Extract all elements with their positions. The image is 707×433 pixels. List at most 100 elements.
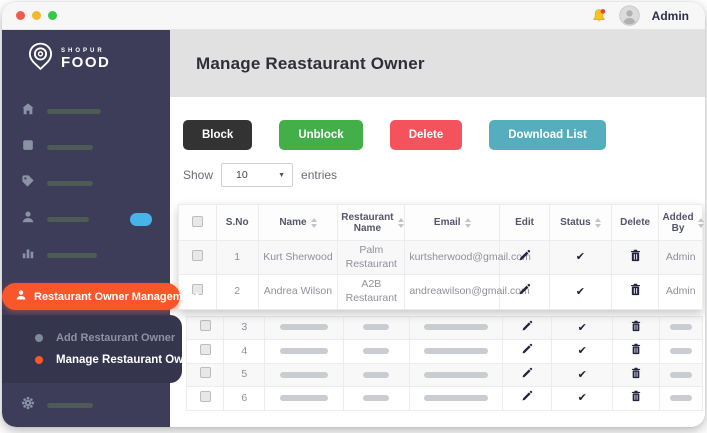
- window-controls: [16, 11, 57, 20]
- close-window-icon[interactable]: [16, 11, 25, 20]
- col-sno: S.No: [215, 204, 259, 241]
- added-by-cell: Admin: [658, 239, 703, 276]
- person-icon: [15, 289, 27, 304]
- delete-trash-icon[interactable]: [631, 320, 641, 332]
- status-active-check-icon[interactable]: ✔: [576, 286, 585, 298]
- table-row: 1 Kurt Sherwood Palm Restaurant kurtsher…: [178, 239, 703, 276]
- brand-logo: SHOPUR FOOD: [2, 30, 170, 77]
- page-header-band: Manage Reastaurant Owner: [170, 30, 705, 97]
- sidebar-item-manage-restaurant-owner[interactable]: Manage Restaurant Owner: [2, 349, 201, 371]
- page-title: Manage Reastaurant Owner: [196, 53, 425, 73]
- restaurant-cell: Palm Restaurant: [337, 239, 406, 276]
- sort-icon[interactable]: [464, 217, 471, 228]
- row-checkbox[interactable]: [199, 367, 211, 379]
- owners-table: S.No Name Restaurant Name Email Edit Sta…: [178, 204, 704, 310]
- table-row: 4 ✔: [185, 339, 703, 364]
- delete-button[interactable]: Delete: [389, 120, 463, 150]
- row-checkbox[interactable]: [191, 249, 203, 261]
- status-active-check-icon[interactable]: ✔: [578, 392, 587, 404]
- edit-pencil-icon[interactable]: [518, 249, 531, 262]
- select-all-checkbox[interactable]: [191, 215, 203, 227]
- brand-pin-icon: [28, 42, 53, 77]
- users-icon: [21, 210, 35, 229]
- edit-pencil-icon[interactable]: [521, 390, 533, 402]
- table-row: 2 Andrea Wilson A2B Restaurant andreawil…: [178, 274, 703, 310]
- tag-icon: [21, 174, 35, 193]
- status-active-check-icon[interactable]: ✔: [578, 322, 587, 334]
- name-cell: Andrea Wilson: [257, 274, 339, 310]
- placeholder-bar: [363, 324, 390, 331]
- block-button[interactable]: Block: [183, 120, 253, 150]
- added-by-cell: Admin: [658, 274, 703, 310]
- col-email[interactable]: Email: [404, 204, 501, 241]
- sno-cell: 1: [215, 239, 259, 276]
- sidebar-item-dashboard[interactable]: [2, 139, 170, 155]
- placeholder-bar: [424, 395, 489, 402]
- sort-icon[interactable]: [594, 217, 601, 228]
- sidebar: SHOPUR FOOD Restaurant Owner Management …: [2, 30, 201, 427]
- sno-cell: 5: [223, 362, 266, 388]
- blue-count-badge: [130, 212, 152, 226]
- sidebar-item-settings[interactable]: [2, 396, 170, 413]
- col-name[interactable]: Name: [257, 204, 339, 241]
- edit-pencil-icon[interactable]: [518, 283, 531, 296]
- placeholder-bar: [670, 371, 693, 378]
- minimize-window-icon[interactable]: [32, 11, 41, 20]
- col-status[interactable]: Status: [548, 204, 612, 241]
- sidebar-item-reports[interactable]: [2, 247, 170, 263]
- status-active-check-icon[interactable]: ✔: [576, 251, 585, 263]
- sno-cell: 4: [223, 339, 266, 364]
- sidebar-item-users[interactable]: [2, 211, 170, 227]
- delete-trash-icon[interactable]: [630, 283, 641, 296]
- unblock-button[interactable]: Unblock: [279, 120, 363, 150]
- sort-icon[interactable]: [697, 217, 704, 228]
- owners-table-card: S.No Name Restaurant Name Email Edit Sta…: [178, 204, 704, 310]
- delete-trash-icon[interactable]: [631, 343, 641, 355]
- delete-trash-icon[interactable]: [630, 249, 641, 262]
- edit-pencil-icon[interactable]: [521, 343, 533, 355]
- download-list-button[interactable]: Download List: [489, 120, 606, 150]
- sno-cell: 6: [223, 386, 266, 412]
- owners-table-placeholder-rows: 3 ✔ 4 ✔ 5 ✔ 6 ✔: [185, 315, 703, 412]
- status-active-check-icon[interactable]: ✔: [578, 345, 587, 357]
- app-window: Admin SHOPUR FOOD Restaurant Owner Manag…: [2, 2, 705, 427]
- brand-name-bottom: FOOD: [61, 54, 111, 71]
- sort-icon[interactable]: [310, 217, 317, 228]
- sidebar-item-restaurant-owner-management[interactable]: Restaurant Owner Management: [2, 283, 199, 310]
- delete-trash-icon[interactable]: [631, 390, 641, 402]
- delete-trash-icon[interactable]: [631, 367, 641, 379]
- menu-placeholder-bar: [47, 108, 101, 114]
- placeholder-bar: [280, 371, 329, 378]
- col-delete: Delete: [610, 204, 660, 241]
- sidebar-item-offers[interactable]: [2, 174, 170, 193]
- admin-menu-label[interactable]: Admin: [652, 9, 689, 23]
- status-active-check-icon[interactable]: ✔: [578, 369, 587, 381]
- col-restaurant-name[interactable]: Restaurant Name: [337, 204, 406, 241]
- row-checkbox[interactable]: [199, 343, 211, 355]
- entries-select[interactable]: 10 ▼: [221, 163, 294, 187]
- row-checkbox[interactable]: [199, 320, 211, 332]
- bullet-icon: [35, 356, 43, 364]
- maximize-window-icon[interactable]: [48, 11, 57, 20]
- avatar[interactable]: [618, 5, 640, 26]
- placeholder-bar: [670, 347, 693, 354]
- sidebar-item-home[interactable]: [2, 102, 170, 119]
- table-row: 5 ✔: [185, 362, 703, 388]
- sidebar-submenu: Add Restaurant Owner Manage Restaurant O…: [2, 315, 201, 383]
- menu-placeholder-bar: [47, 216, 89, 222]
- edit-pencil-icon[interactable]: [521, 320, 533, 332]
- name-cell: Kurt Sherwood: [257, 239, 339, 276]
- menu-placeholder-bar: [47, 252, 97, 258]
- placeholder-bar: [280, 395, 329, 402]
- edit-pencil-icon[interactable]: [521, 367, 533, 379]
- col-added-by[interactable]: Added By: [658, 204, 704, 241]
- row-checkbox[interactable]: [199, 390, 211, 402]
- notifications-bell-icon[interactable]: [591, 8, 607, 24]
- table-header-row: S.No Name Restaurant Name Email Edit Sta…: [178, 204, 704, 241]
- entries-control: Show 10 ▼ entries: [170, 150, 705, 187]
- entries-suffix-label: entries: [301, 168, 338, 182]
- entries-selected-value: 10: [236, 169, 248, 181]
- sidebar-item-add-restaurant-owner[interactable]: Add Restaurant Owner: [2, 327, 182, 349]
- table-row: 6 ✔: [185, 386, 703, 412]
- sort-icon[interactable]: [397, 217, 404, 228]
